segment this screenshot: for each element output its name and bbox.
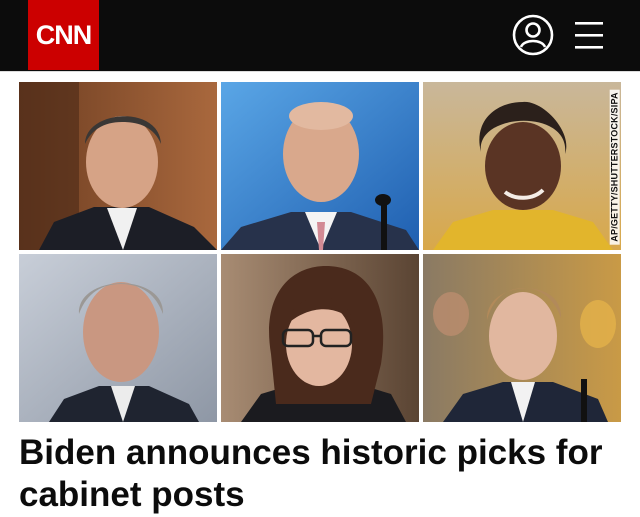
article-headline[interactable]: Biden announces historic picks for cabin…: [19, 432, 619, 516]
menu-button[interactable]: [571, 16, 607, 54]
account-button[interactable]: [512, 14, 554, 56]
header-divider: [0, 71, 640, 72]
photo-credit: AP/GETTY/SHUTTERSTOCK/SIPA: [608, 84, 622, 250]
photo-tile-4: [19, 254, 217, 422]
photo-tile-5: [221, 254, 419, 422]
top-nav-bar: CNN: [0, 0, 640, 71]
photo-tile-6: [423, 254, 621, 422]
photo-tile-1: [19, 82, 217, 250]
cnn-logo[interactable]: CNN: [28, 0, 99, 70]
photo-tile-2: [221, 82, 419, 250]
hamburger-menu-icon: [575, 22, 603, 49]
user-circle-icon: [512, 14, 554, 56]
cabinet-photo-grid[interactable]: [19, 82, 621, 422]
photo-tile-3: [423, 82, 621, 250]
photo-credit-text: AP/GETTY/SHUTTERSTOCK/SIPA: [610, 89, 621, 245]
logo-text: CNN: [35, 19, 92, 50]
